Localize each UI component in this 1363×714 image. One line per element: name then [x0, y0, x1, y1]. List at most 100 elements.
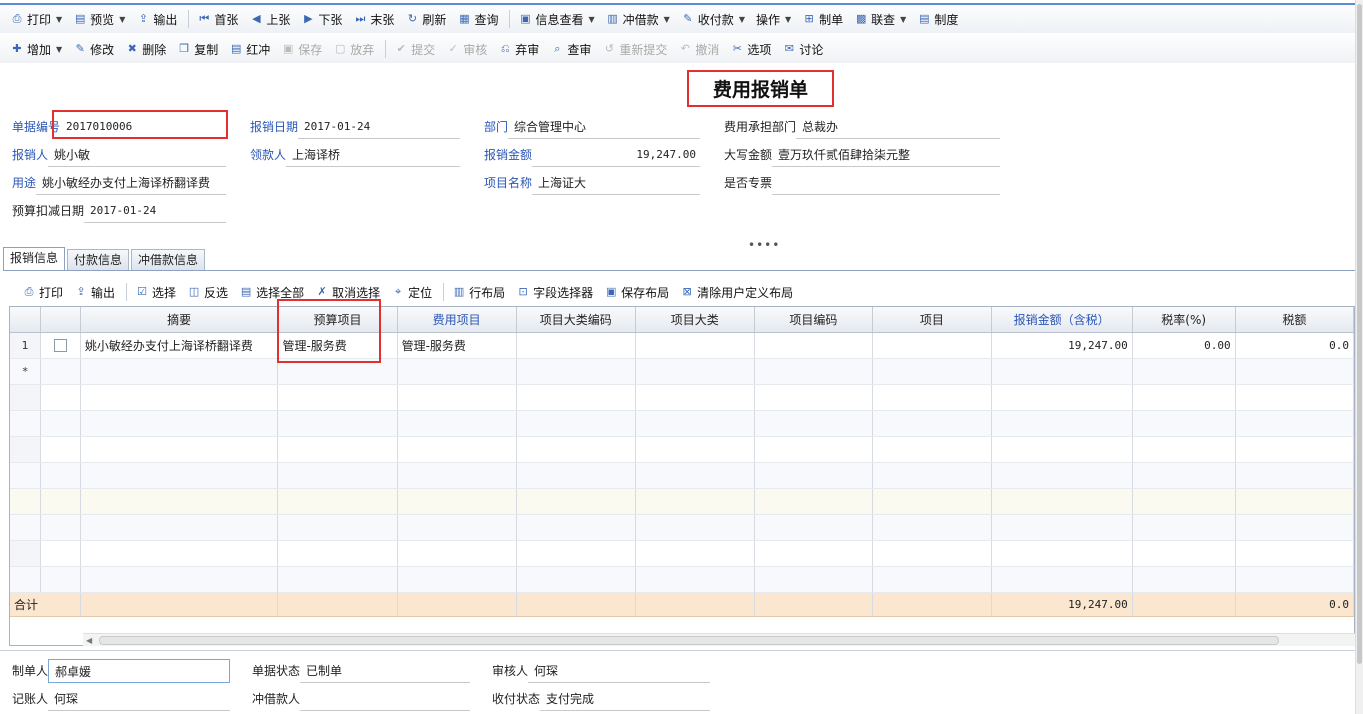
table-cell[interactable] [397, 358, 517, 385]
table-cell[interactable] [397, 540, 517, 567]
table-cell[interactable] [872, 410, 992, 437]
toolbar1-button-1[interactable]: ▤ 预览 ▼ [69, 8, 129, 30]
table-cell[interactable] [516, 488, 636, 515]
toolbar2-button-10[interactable]: ⎌ 弃审 [494, 38, 543, 60]
tab-2[interactable]: 冲借款信息 [131, 249, 206, 270]
toolbar2-button-15[interactable]: ✉ 讨论 [778, 38, 827, 60]
vertical-scrollbar[interactable] [1355, 0, 1363, 714]
table-row[interactable] [10, 488, 1354, 515]
toolbar1-button-5[interactable]: ◀ 上张 [245, 8, 294, 30]
toolbar2-button-11[interactable]: ⌕ 查审 [546, 38, 595, 60]
table-cell[interactable] [397, 514, 517, 541]
chevron-down-icon[interactable]: ▼ [739, 15, 745, 24]
apply-date-input[interactable]: 2017-01-24 [298, 115, 460, 139]
chevron-down-icon[interactable]: ▼ [119, 15, 125, 24]
toolbar1-button-15[interactable]: ⊞ 制单 [798, 8, 847, 30]
table-cell[interactable] [1132, 384, 1236, 411]
table-cell[interactable] [277, 488, 398, 515]
table-row[interactable] [10, 540, 1354, 567]
toolbar1-button-12[interactable]: ▥ 冲借款 ▼ [602, 8, 674, 30]
table-cell[interactable] [40, 540, 81, 567]
row-checkbox[interactable] [54, 339, 68, 352]
table-row[interactable] [10, 436, 1354, 463]
table-cell[interactable] [991, 540, 1133, 567]
table-row[interactable] [10, 384, 1354, 411]
cell-project_code[interactable] [754, 332, 874, 359]
column-header[interactable]: 项目大类 [635, 307, 755, 333]
column-header[interactable] [40, 307, 81, 333]
toolbar1-button-6[interactable]: ▶ 下张 [297, 8, 346, 30]
table-cell[interactable] [1235, 514, 1354, 541]
table-cell[interactable] [80, 410, 279, 437]
table-cell[interactable] [991, 462, 1133, 489]
table-cell[interactable] [991, 514, 1133, 541]
grid_toolbar-button-6[interactable]: ✗ 取消选择 [311, 281, 384, 303]
table-cell[interactable] [40, 384, 81, 411]
table-cell[interactable] [1235, 540, 1354, 567]
toolbar1-button-13[interactable]: ✎ 收付款 ▼ [677, 8, 749, 30]
table-cell[interactable] [991, 358, 1133, 385]
column-header[interactable]: 税率(%) [1132, 307, 1236, 333]
toolbar2-button-14[interactable]: ✂ 选项 [726, 38, 775, 60]
table-cell[interactable] [516, 410, 636, 437]
grid_toolbar-button-5[interactable]: ▤ 选择全部 [235, 281, 308, 303]
table-cell[interactable] [635, 384, 755, 411]
column-header[interactable]: 摘要 [80, 307, 279, 333]
column-header[interactable] [10, 307, 42, 333]
column-header[interactable]: 税额 [1235, 307, 1354, 333]
toolbar2-button-9[interactable]: ✓ 审核 [442, 38, 491, 60]
horizontal-scrollbar[interactable]: ◀ [83, 633, 1355, 646]
table-cell[interactable] [516, 436, 636, 463]
table-cell[interactable] [1235, 410, 1354, 437]
table-cell[interactable] [40, 566, 81, 593]
cell-project_class_code[interactable] [516, 332, 636, 359]
table-cell[interactable] [40, 358, 81, 385]
project-name-input[interactable]: 上海证大 [532, 171, 700, 195]
toolbar2-button-8[interactable]: ✔ 提交 [390, 38, 439, 60]
table-cell[interactable] [754, 514, 874, 541]
table-cell[interactable] [80, 566, 279, 593]
table-cell[interactable] [991, 566, 1133, 593]
toolbar2-button-1[interactable]: ✎ 修改 [69, 38, 118, 60]
table-cell[interactable] [516, 514, 636, 541]
table-cell[interactable] [277, 436, 398, 463]
table-cell[interactable] [277, 358, 398, 385]
table-cell[interactable] [516, 384, 636, 411]
table-cell[interactable] [872, 436, 992, 463]
table-cell[interactable] [754, 488, 874, 515]
table-cell[interactable] [397, 462, 517, 489]
toolbar1-button-11[interactable]: ▣ 信息查看 ▼ [514, 8, 598, 30]
table-cell[interactable] [754, 540, 874, 567]
toolbar1-button-16[interactable]: ▩ 联查 ▼ [850, 8, 910, 30]
table-cell[interactable] [1235, 358, 1354, 385]
table-cell[interactable] [635, 436, 755, 463]
table-row[interactable] [10, 566, 1354, 593]
table-cell[interactable] [635, 540, 755, 567]
table-row[interactable]: 1 姚小敏经办支付上海译桥翻译费 管理-服务费 管理-服务费 19,247.00 0.00… [10, 332, 1354, 359]
table-cell[interactable] [277, 384, 398, 411]
dept-input[interactable]: 综合管理中心 [508, 115, 700, 139]
column-header[interactable]: 费用项目 [397, 307, 517, 333]
toolbar1-button-14[interactable]: 操作 ▼ [752, 8, 795, 30]
table-cell[interactable] [872, 384, 992, 411]
table-cell[interactable] [80, 514, 279, 541]
toolbar2-button-0[interactable]: ✚ 增加 ▼ [6, 38, 66, 60]
grid_toolbar-button-9[interactable]: ▥ 行布局 [448, 281, 509, 303]
toolbar1-button-0[interactable]: ⎙ 打印 ▼ [6, 8, 66, 30]
table-cell[interactable] [516, 462, 636, 489]
table-cell[interactable] [1235, 488, 1354, 515]
table-cell[interactable] [40, 462, 81, 489]
table-cell[interactable] [991, 410, 1133, 437]
toolbar2-button-6[interactable]: ▢ 放弃 [329, 38, 378, 60]
doc-no-input[interactable]: 2017010006 [60, 115, 226, 139]
toolbar2-button-12[interactable]: ↺ 重新提交 [598, 38, 671, 60]
toolbar1-button-4[interactable]: ⏮ 首张 [193, 8, 242, 30]
column-header[interactable]: 报销金额（含税） [991, 307, 1133, 333]
scrollbar-thumb[interactable] [99, 636, 1279, 645]
table-cell[interactable] [635, 358, 755, 385]
table-cell[interactable] [754, 410, 874, 437]
table-cell[interactable] [872, 514, 992, 541]
grid_toolbar-button-0[interactable]: ⎙ 打印 [18, 281, 67, 303]
table-cell[interactable] [1132, 514, 1236, 541]
toolbar2-button-5[interactable]: ▣ 保存 [277, 38, 326, 60]
